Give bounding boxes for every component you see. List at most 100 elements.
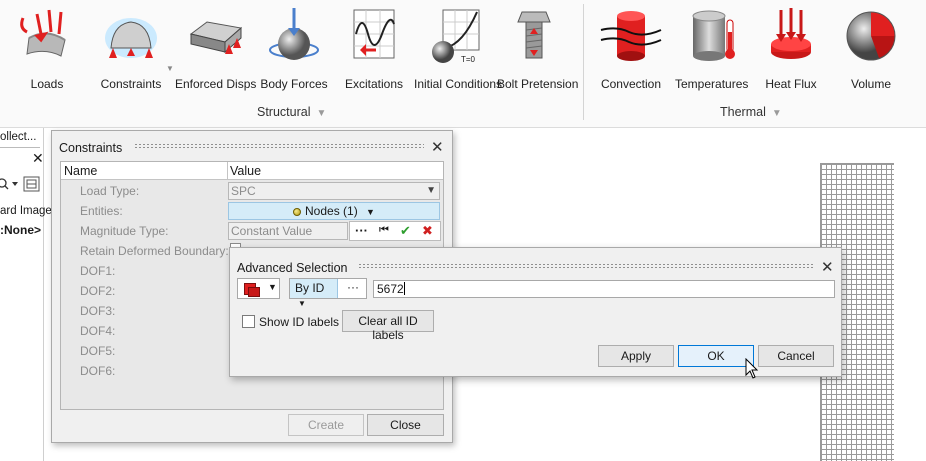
temperatures-label: Temperatures	[675, 77, 749, 91]
left-panel-close-icon[interactable]: ✕	[32, 150, 44, 167]
name-column-header: Name	[64, 164, 98, 178]
retain-deformed-label: Retain Deformed Boundary:	[80, 244, 229, 258]
selection-mini-toolbar: ··· ⏮ ✔ ✖	[349, 221, 441, 241]
chevron-down-icon: ▼	[426, 185, 436, 196]
heat-flux-icon	[759, 4, 823, 68]
magnitude-type-label: Magnitude Type:	[80, 224, 169, 238]
text-caret	[403, 282, 405, 295]
convection-label: Convection	[600, 77, 662, 91]
constraints-dialog-title: Constraints	[59, 141, 123, 155]
chevron-down-icon: ▼	[366, 207, 375, 217]
id-input[interactable]: 5672	[373, 280, 835, 298]
loads-label: Loads	[30, 77, 64, 91]
mouse-cursor-icon	[745, 357, 759, 383]
magnitude-type-value: Constant Value	[231, 224, 313, 238]
cancel-selection-icon[interactable]: ✖	[422, 223, 433, 239]
enforced-disps-label: Enforced Disps	[175, 77, 257, 91]
show-id-labels-label[interactable]: Show ID labels	[259, 315, 339, 329]
drag-handle[interactable]	[134, 143, 424, 149]
heat-flux-label: Heat Flux	[765, 77, 817, 91]
advanced-selection-title: Advanced Selection	[237, 261, 348, 275]
more-options-icon[interactable]: ···	[342, 280, 364, 294]
bolt-pretension-icon	[502, 4, 566, 68]
convection-tool[interactable]: Convection	[595, 0, 667, 100]
left-panel-item[interactable]: ard Image	[0, 205, 52, 217]
initial-conditions-tool[interactable]: T=0 Initial Conditions	[414, 0, 503, 100]
color-swatch-shadow	[248, 287, 260, 297]
close-button[interactable]: Close	[367, 414, 444, 436]
ribbon: Loads Constraints ▼ Enforced Disps Body …	[0, 0, 926, 128]
constraints-label: Constraints	[100, 77, 162, 91]
convection-icon	[599, 4, 663, 68]
structural-dropdown-icon: ▼	[316, 108, 327, 119]
load-type-value: SPC	[231, 184, 256, 198]
dof3-label: DOF3:	[80, 304, 116, 318]
advanced-selection-close-icon[interactable]: ✕	[821, 258, 834, 276]
structural-group-text: Structural	[257, 105, 311, 119]
volume-tool[interactable]: Volume	[835, 0, 907, 100]
filter-icon[interactable]	[23, 176, 40, 192]
constraints-icon	[99, 4, 163, 68]
enforced-disps-icon	[183, 4, 247, 68]
left-panel-item-bold[interactable]: :None>	[0, 223, 41, 237]
chevron-down-icon: ▼	[298, 299, 306, 308]
constraints-tool[interactable]: Constraints	[93, 0, 169, 100]
body-forces-label: Body Forces	[260, 77, 328, 91]
reset-selection-icon[interactable]: ⏮	[379, 224, 389, 237]
selection-mode-select[interactable]: By ID ▼ ···	[289, 278, 367, 308]
ok-button[interactable]: OK	[678, 345, 754, 367]
thermal-group-label[interactable]: Thermal ▼	[720, 105, 782, 119]
cancel-button[interactable]: Cancel	[758, 345, 834, 367]
body-forces-tool[interactable]: Body Forces	[258, 0, 330, 100]
body-forces-icon	[262, 4, 326, 68]
search-icon[interactable]	[0, 178, 9, 190]
entities-value: Nodes (1)	[305, 204, 358, 218]
more-options-icon[interactable]: ···	[355, 223, 368, 238]
create-button[interactable]: Create	[288, 414, 364, 436]
search-dropdown-icon[interactable]	[12, 182, 18, 186]
volume-label: Volume	[850, 77, 892, 91]
dof6-label: DOF6:	[80, 364, 116, 378]
left-panel: ollect... ✕ ard Image :None>	[0, 128, 52, 461]
node-icon	[293, 208, 302, 216]
thermal-dropdown-icon: ▼	[771, 108, 782, 119]
structural-group-label[interactable]: Structural ▼	[257, 105, 326, 119]
ribbon-separator	[583, 4, 584, 120]
dof4-label: DOF4:	[80, 324, 116, 338]
by-id-dropdown[interactable]: By ID ▼	[290, 279, 338, 308]
initial-conditions-label: Initial Conditions	[414, 77, 503, 91]
volume-icon	[839, 4, 903, 68]
selection-color-button[interactable]: ▼	[237, 278, 280, 299]
value-column-header: Value	[230, 164, 262, 178]
bolt-pretension-tool[interactable]: Bolt Pretension	[497, 0, 578, 100]
enforced-disps-tool[interactable]: Enforced Disps	[175, 0, 257, 100]
constraints-table-header: Name Value	[61, 162, 443, 180]
constraints-dropdown-icon[interactable]: ▼	[166, 64, 174, 73]
excitations-label: Excitations	[344, 77, 404, 91]
load-type-label: Load Type:	[80, 184, 140, 198]
apply-button[interactable]: Apply	[598, 345, 674, 367]
column-divider[interactable]	[227, 162, 228, 180]
temperatures-tool[interactable]: Temperatures	[675, 0, 749, 100]
heat-flux-tool[interactable]: Heat Flux	[755, 0, 827, 100]
thermal-group-text: Thermal	[720, 105, 766, 119]
show-id-labels-checkbox[interactable]	[242, 315, 255, 328]
load-type-select[interactable]: SPC ▼	[228, 182, 440, 200]
apply-selection-icon[interactable]: ✔	[400, 223, 411, 239]
id-input-value: 5672	[377, 282, 404, 296]
entities-label: Entities:	[80, 204, 123, 218]
clear-all-id-labels-button[interactable]: Clear all ID labels	[342, 310, 434, 342]
collector-tab[interactable]: ollect...	[0, 128, 40, 148]
entities-selector[interactable]: Nodes (1) ▼	[228, 202, 440, 220]
loads-tool[interactable]: Loads	[5, 0, 89, 100]
drag-handle[interactable]	[358, 263, 814, 269]
dof1-label: DOF1:	[80, 264, 116, 278]
loads-icon	[15, 4, 79, 68]
magnitude-type-select[interactable]: Constant Value	[228, 222, 348, 240]
dof2-label: DOF2:	[80, 284, 116, 298]
constraints-close-icon[interactable]: ✕	[431, 138, 444, 156]
initial-conditions-icon-text: T=0	[461, 55, 476, 64]
by-id-label: By ID	[295, 281, 325, 295]
dof5-label: DOF5:	[80, 344, 116, 358]
excitations-tool[interactable]: Excitations	[338, 0, 410, 100]
